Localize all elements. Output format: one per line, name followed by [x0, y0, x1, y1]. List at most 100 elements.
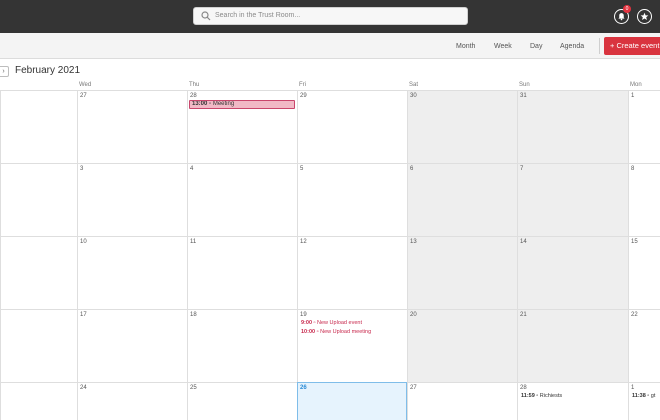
weekday-header-fri: Fri: [299, 82, 306, 88]
day-cell[interactable]: 28 11:59 ▫ Richiests: [517, 382, 628, 420]
create-event-button[interactable]: + Create event: [604, 37, 660, 55]
day-cell[interactable]: 15: [628, 236, 660, 309]
event-time: 9:00: [301, 320, 313, 326]
view-month-button[interactable]: Month: [456, 42, 475, 51]
day-cell[interactable]: 27: [407, 382, 517, 420]
day-number: 12: [300, 239, 307, 245]
weekday-header-sat: Sat: [409, 82, 419, 88]
view-week-button[interactable]: Week: [494, 42, 512, 51]
day-cell[interactable]: 3: [77, 163, 187, 236]
day-cell[interactable]: 5: [297, 163, 407, 236]
toolbar-divider: [599, 38, 600, 54]
day-cell[interactable]: 20: [407, 309, 517, 382]
event-title: New Upload event: [317, 320, 362, 326]
weekday-header-thu: Thu: [189, 82, 200, 88]
weekday-header-mon: Mon: [630, 82, 642, 88]
event-time: 13:00: [192, 101, 208, 107]
day-cell[interactable]: 12: [297, 236, 407, 309]
day-cell[interactable]: 7: [517, 163, 628, 236]
day-number: 4: [190, 166, 194, 172]
day-number: 26: [300, 385, 307, 391]
day-number: 5: [300, 166, 304, 172]
day-cell[interactable]: 22: [628, 309, 660, 382]
day-cell[interactable]: 25: [187, 382, 297, 420]
event-time: 11:59: [521, 393, 535, 399]
event-lock-icon: ▫: [536, 393, 539, 399]
view-agenda-button[interactable]: Agenda: [560, 42, 584, 51]
day-cell[interactable]: 1 11:38 ▫ gt: [628, 382, 660, 420]
day-number: 22: [631, 312, 638, 318]
event-title: Meeting: [212, 101, 235, 107]
weekday-header-sun: Sun: [519, 82, 530, 88]
day-number: 13: [410, 239, 417, 245]
day-cell[interactable]: 8: [628, 163, 660, 236]
day-cell[interactable]: 28 13:00 ▫ Meeting: [187, 90, 297, 163]
search-icon: [201, 11, 211, 21]
star-icon: [640, 12, 649, 21]
day-cell[interactable]: [0, 163, 77, 236]
search-input[interactable]: Search in the Trust Room...: [193, 7, 468, 25]
day-number: 30: [410, 93, 417, 99]
bell-icon: [618, 13, 625, 21]
day-cell[interactable]: 14: [517, 236, 628, 309]
day-number: 11: [190, 239, 197, 245]
day-cell[interactable]: 29: [297, 90, 407, 163]
event-title: New Upload meeting: [320, 329, 372, 335]
month-title: February 2021: [15, 65, 81, 76]
search-placeholder: Search in the Trust Room...: [215, 12, 301, 19]
day-number: 17: [80, 312, 87, 318]
day-number: 18: [190, 312, 197, 318]
day-cell[interactable]: 31: [517, 90, 628, 163]
day-number: 1: [631, 385, 635, 391]
day-number: 7: [520, 166, 524, 172]
day-cell[interactable]: 10: [77, 236, 187, 309]
day-cell[interactable]: 19 9:00 ▫ New Upload event 10:00 ▫ New U…: [297, 309, 407, 382]
event-title: gt: [650, 393, 656, 399]
day-cell[interactable]: 21: [517, 309, 628, 382]
month-navigation: › February 2021: [0, 59, 660, 81]
day-cell[interactable]: 18: [187, 309, 297, 382]
day-cell[interactable]: 1: [628, 90, 660, 163]
event-time: 10:00: [301, 329, 316, 335]
day-number: 28: [520, 385, 527, 391]
day-cell[interactable]: 11: [187, 236, 297, 309]
day-cell[interactable]: [0, 309, 77, 382]
event-calendar-icon: ▫: [209, 101, 212, 107]
day-cell[interactable]: [0, 90, 77, 163]
day-cell[interactable]: 17: [77, 309, 187, 382]
day-number: 27: [80, 93, 87, 99]
day-number: 28: [190, 93, 197, 99]
event-gt[interactable]: 11:38 ▫ gt: [632, 393, 655, 400]
day-cell[interactable]: 27: [77, 90, 187, 163]
event-time: 11:38: [632, 393, 646, 399]
day-number: 24: [80, 385, 87, 391]
day-number: 1: [631, 93, 635, 99]
event-meeting[interactable]: 13:00 ▫ Meeting: [189, 100, 295, 109]
event-calendar-icon: ▫: [316, 329, 319, 335]
event-new-upload-meeting[interactable]: 10:00 ▫ New Upload meeting: [301, 329, 371, 336]
view-day-button[interactable]: Day: [530, 42, 542, 51]
day-number: 29: [300, 93, 307, 99]
day-cell[interactable]: [0, 236, 77, 309]
chevron-right-icon: ›: [2, 68, 5, 75]
day-number: 3: [80, 166, 84, 172]
day-cell[interactable]: 30: [407, 90, 517, 163]
event-calendar-icon: ▫: [313, 320, 316, 326]
next-month-button[interactable]: ›: [0, 66, 9, 77]
day-cell-today[interactable]: 26: [297, 382, 407, 420]
day-cell[interactable]: 6: [407, 163, 517, 236]
event-richiests[interactable]: 11:59 ▫ Richiests: [521, 393, 562, 400]
day-number: 14: [520, 239, 527, 245]
day-cell[interactable]: 24: [77, 382, 187, 420]
day-cell[interactable]: 4: [187, 163, 297, 236]
day-number: 19: [300, 312, 307, 318]
day-cell[interactable]: 13: [407, 236, 517, 309]
day-number: 15: [631, 239, 638, 245]
day-number: 10: [80, 239, 87, 245]
day-number: 21: [520, 312, 527, 318]
favorites-button[interactable]: [637, 9, 652, 24]
day-cell[interactable]: [0, 382, 77, 420]
day-number: 8: [631, 166, 635, 172]
event-new-upload-event[interactable]: 9:00 ▫ New Upload event: [301, 320, 362, 327]
event-calendar-icon: ▫: [647, 393, 650, 399]
